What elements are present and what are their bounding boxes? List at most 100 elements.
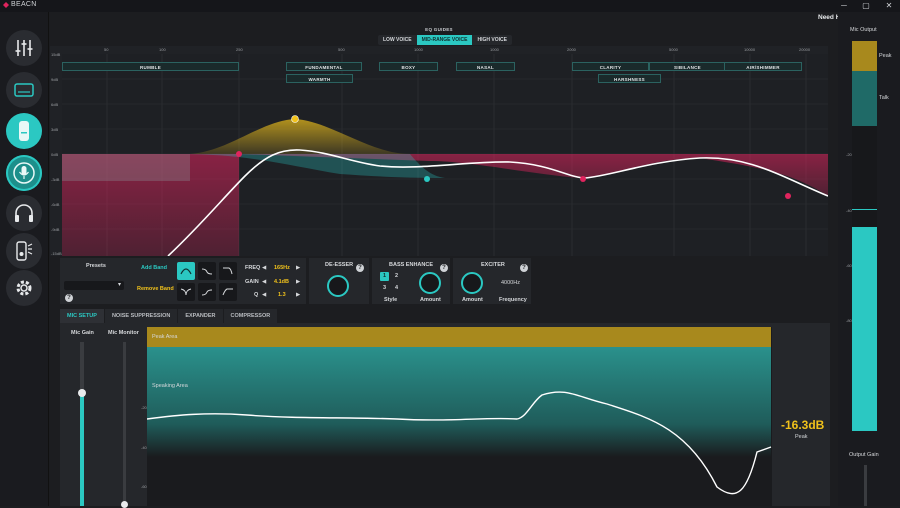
low-shelf-icon bbox=[201, 268, 213, 275]
tab-noise-suppression[interactable]: NOISE SUPPRESSION bbox=[104, 309, 178, 323]
exciter-help-icon[interactable]: ? bbox=[520, 264, 528, 272]
freq-tick: 500 bbox=[338, 47, 345, 52]
output-scale-tick: -80 bbox=[846, 318, 852, 323]
gain-tick: 15dB bbox=[51, 52, 61, 57]
gain-tick: 9dB bbox=[51, 77, 59, 82]
tab-high-voice[interactable]: HIGH VOICE bbox=[472, 35, 511, 45]
q-increase-button[interactable]: ▶ bbox=[296, 292, 300, 298]
band-label-air-shimmer: AIR/SHIMMER bbox=[724, 62, 802, 71]
q-value[interactable]: 1.3 bbox=[278, 292, 286, 298]
band-point-3[interactable] bbox=[424, 176, 430, 182]
tab-low-voice[interactable]: LOW VOICE bbox=[378, 35, 417, 45]
output-gain-track[interactable] bbox=[864, 465, 867, 506]
eq-curve-canvas[interactable] bbox=[50, 46, 828, 256]
band-point-2[interactable] bbox=[291, 115, 299, 123]
band-label-boxy: BOXY bbox=[379, 62, 438, 71]
low-cut-button[interactable] bbox=[219, 262, 237, 280]
sidebar-item-devices[interactable] bbox=[6, 72, 42, 108]
bass-amount-knob[interactable] bbox=[419, 272, 441, 294]
tab-mid-range-voice[interactable]: MID-RANGE VOICE bbox=[416, 35, 473, 45]
band-point-1[interactable] bbox=[236, 151, 242, 157]
sidebar-item-mixer[interactable] bbox=[6, 30, 42, 66]
gain-tick: -9dB bbox=[51, 227, 60, 232]
mic-monitor-handle[interactable] bbox=[121, 501, 128, 508]
freq-decrease-button[interactable]: ◀ bbox=[262, 265, 266, 271]
gain-value[interactable]: 4.1dB bbox=[274, 279, 289, 285]
maximize-button[interactable]: ▢ bbox=[855, 0, 877, 12]
sidebar-item-mic-settings[interactable] bbox=[6, 155, 42, 191]
gain-tick: 3dB bbox=[51, 127, 59, 132]
q-decrease-button[interactable]: ◀ bbox=[262, 292, 266, 298]
band-point-5[interactable] bbox=[785, 193, 791, 199]
high-shelf-icon bbox=[201, 289, 213, 296]
de-esser-label: DE-ESSER bbox=[325, 262, 354, 268]
mic-scale-tick: -60 bbox=[141, 484, 147, 489]
bell-filter-button[interactable] bbox=[177, 262, 195, 280]
notch-filter-button[interactable] bbox=[177, 283, 195, 301]
freq-tick: 10000 bbox=[744, 47, 756, 52]
mic-gain-label: Mic Gain bbox=[71, 330, 94, 336]
beacn-logo-icon bbox=[3, 2, 9, 8]
mic-monitor-label: Mic Monitor bbox=[108, 330, 139, 336]
freq-tick: 2000 bbox=[567, 47, 576, 52]
mic-output-meter bbox=[852, 41, 877, 431]
high-cut-button[interactable] bbox=[219, 283, 237, 301]
exciter-amount-knob[interactable] bbox=[461, 272, 483, 294]
output-gain-label: Output Gain bbox=[849, 452, 879, 458]
bass-style-2[interactable]: 2 bbox=[392, 272, 401, 281]
device-icon bbox=[14, 83, 34, 97]
gain-tick: 0dB bbox=[51, 152, 59, 157]
lighting-icon bbox=[16, 241, 33, 261]
headphones-icon bbox=[15, 204, 33, 222]
freq-value[interactable]: 165Hz bbox=[274, 265, 290, 271]
freq-tick: 20000 bbox=[799, 47, 811, 52]
sidebar-item-headphones[interactable] bbox=[6, 195, 42, 231]
presets-help-icon[interactable]: ? bbox=[65, 294, 73, 302]
eq-guides-label: EQ GUIDES bbox=[425, 27, 453, 32]
bass-style-3[interactable]: 3 bbox=[380, 284, 389, 293]
tab-expander[interactable]: EXPANDER bbox=[178, 309, 223, 323]
eq-graph[interactable]: 50 100 250 500 1000 1000 2000 5000 10000… bbox=[50, 46, 828, 256]
mic-gain-handle[interactable] bbox=[78, 389, 86, 397]
band-point-4[interactable] bbox=[580, 176, 586, 182]
gain-decrease-button[interactable]: ◀ bbox=[262, 279, 266, 285]
output-scale-tick: -40 bbox=[846, 208, 852, 213]
bass-enhance-help-icon[interactable]: ? bbox=[440, 264, 448, 272]
band-label-clarity: CLARITY bbox=[572, 62, 649, 71]
add-band-button[interactable]: Add Band bbox=[141, 265, 167, 271]
bass-style-1[interactable]: 1 bbox=[380, 272, 389, 281]
app-title: BEACN bbox=[11, 1, 37, 8]
freq-tick: 100 bbox=[159, 47, 166, 52]
mic-level-graph[interactable]: Peak Area Speaking Area bbox=[147, 327, 772, 506]
exciter-frequency-value[interactable]: 4000Hz bbox=[501, 280, 520, 286]
mic-level-canvas bbox=[147, 327, 772, 495]
sidebar-item-mic[interactable] bbox=[6, 113, 42, 149]
bass-style-4[interactable]: 4 bbox=[392, 284, 401, 293]
peak-area-fill bbox=[147, 327, 771, 347]
low-cut-icon bbox=[223, 267, 233, 275]
sidebar-item-lighting[interactable] bbox=[6, 233, 42, 269]
mic-monitor-track[interactable] bbox=[123, 342, 126, 506]
output-scale-tick: -20 bbox=[846, 152, 852, 157]
bell-shape-icon bbox=[180, 268, 192, 275]
band-label-sibilance: SIBILANCE bbox=[649, 62, 726, 71]
band-label-nasal: NASAL bbox=[456, 62, 515, 71]
tab-mic-setup[interactable]: MIC SETUP bbox=[60, 309, 104, 323]
presets-dropdown[interactable]: ▾ bbox=[64, 281, 124, 290]
band-label-warmth: WARMTH bbox=[286, 74, 353, 83]
freq-increase-button[interactable]: ▶ bbox=[296, 265, 300, 271]
gain-tick: -15dB bbox=[51, 251, 62, 256]
freq-tick: 1000 bbox=[414, 47, 423, 52]
sidebar-item-settings[interactable] bbox=[6, 270, 42, 306]
low-shelf-button[interactable] bbox=[198, 262, 216, 280]
de-esser-knob[interactable] bbox=[327, 275, 349, 297]
de-esser-help-icon[interactable]: ? bbox=[356, 264, 364, 272]
gain-increase-button[interactable]: ▶ bbox=[296, 279, 300, 285]
close-button[interactable]: ✕ bbox=[878, 0, 900, 12]
bass-amount-label: Amount bbox=[420, 297, 441, 303]
tab-compressor[interactable]: COMPRESSOR bbox=[223, 309, 278, 323]
remove-band-button[interactable]: Remove Band bbox=[137, 286, 174, 292]
high-shelf-button[interactable] bbox=[198, 283, 216, 301]
minimize-button[interactable]: ─ bbox=[833, 0, 855, 12]
title-bar bbox=[0, 0, 900, 12]
